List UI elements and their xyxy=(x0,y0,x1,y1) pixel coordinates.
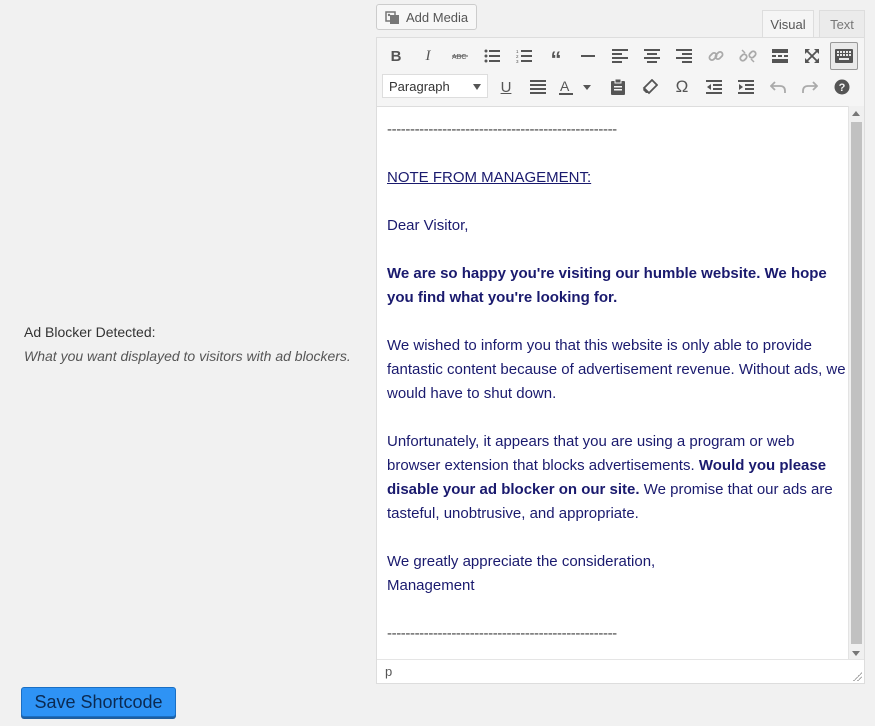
scroll-down-icon[interactable] xyxy=(852,651,860,656)
closing-line-2: Management xyxy=(387,577,475,594)
scroll-up-icon[interactable] xyxy=(852,111,860,116)
editor-content[interactable]: ----------------------------------------… xyxy=(377,106,848,661)
content-paragraph-2: We wished to inform you that this websit… xyxy=(387,337,846,402)
align-center-icon[interactable] xyxy=(638,42,666,70)
save-shortcode-button[interactable]: Save Shortcode xyxy=(21,687,176,717)
content-heading: NOTE FROM MANAGEMENT: xyxy=(387,169,592,186)
media-icon xyxy=(385,9,401,25)
bullet-list-icon[interactable] xyxy=(478,42,506,70)
scrollbar-thumb[interactable] xyxy=(851,122,862,644)
editor-toolbar: B I ABC 123 “ Paragraph U A Ω ? xyxy=(377,38,864,107)
link-icon[interactable] xyxy=(702,42,730,70)
toolbar-toggle-icon[interactable] xyxy=(830,42,858,70)
content-paragraph-1-text: We are so happy you're visiting our humb… xyxy=(387,265,827,306)
strikethrough-icon[interactable]: ABC xyxy=(446,42,474,70)
resize-handle-icon[interactable] xyxy=(852,671,862,681)
format-select[interactable]: Paragraph xyxy=(382,74,488,98)
format-select-value: Paragraph xyxy=(389,78,450,94)
divider-top: ----------------------------------------… xyxy=(387,121,617,138)
numbered-list-icon[interactable]: 123 xyxy=(510,42,538,70)
toolbar-row-2: Paragraph U A Ω ? xyxy=(377,71,864,103)
editor-statusbar: p xyxy=(377,659,864,683)
editor-scrollbar[interactable] xyxy=(848,106,864,661)
svg-text:A: A xyxy=(560,79,570,94)
unlink-icon[interactable] xyxy=(734,42,762,70)
align-left-icon[interactable] xyxy=(606,42,634,70)
add-media-label: Add Media xyxy=(406,9,469,25)
svg-text:ABC: ABC xyxy=(452,54,466,61)
paste-text-icon[interactable] xyxy=(604,73,632,101)
content-closing: We greatly appreciate the consideration,… xyxy=(387,550,848,598)
blockquote-icon[interactable]: “ xyxy=(542,42,570,72)
svg-text:?: ? xyxy=(839,82,846,94)
svg-text:3: 3 xyxy=(516,59,519,63)
indent-icon[interactable] xyxy=(732,73,760,101)
italic-button[interactable]: I xyxy=(414,42,442,70)
bold-button[interactable]: B xyxy=(382,42,410,70)
fullscreen-icon[interactable] xyxy=(798,42,826,70)
tab-text[interactable]: Text xyxy=(819,10,865,38)
divider-bottom: ----------------------------------------… xyxy=(387,625,617,642)
content-paragraph-1: We are so happy you're visiting our humb… xyxy=(387,262,848,310)
editor: B I ABC 123 “ Paragraph U A Ω ? --------… xyxy=(376,37,865,684)
closing-line-1: We greatly appreciate the consideration, xyxy=(387,553,656,570)
outdent-icon[interactable] xyxy=(700,73,728,101)
underline-button[interactable]: U xyxy=(492,73,520,101)
element-path[interactable]: p xyxy=(385,664,392,679)
toolbar-row-1: B I ABC 123 “ xyxy=(377,40,864,72)
clear-formatting-icon[interactable] xyxy=(636,73,664,101)
align-right-icon[interactable] xyxy=(670,42,698,70)
field-label: Ad Blocker Detected: xyxy=(24,324,156,340)
add-media-button[interactable]: Add Media xyxy=(376,4,477,30)
help-icon[interactable]: ? xyxy=(828,73,856,101)
read-more-icon[interactable] xyxy=(766,42,794,70)
special-character-icon[interactable]: Ω xyxy=(668,73,696,101)
undo-icon[interactable] xyxy=(764,73,792,101)
chevron-down-icon xyxy=(473,84,481,90)
text-color-icon[interactable]: A xyxy=(556,73,596,101)
horizontal-line-icon[interactable] xyxy=(574,42,602,70)
content-paragraph-3: Unfortunately, it appears that you are u… xyxy=(387,430,848,526)
redo-icon[interactable] xyxy=(796,73,824,101)
tab-visual[interactable]: Visual xyxy=(762,10,814,38)
justify-icon[interactable] xyxy=(524,73,552,101)
field-description: What you want displayed to visitors with… xyxy=(24,348,351,364)
content-greeting: Dear Visitor, xyxy=(387,217,469,234)
